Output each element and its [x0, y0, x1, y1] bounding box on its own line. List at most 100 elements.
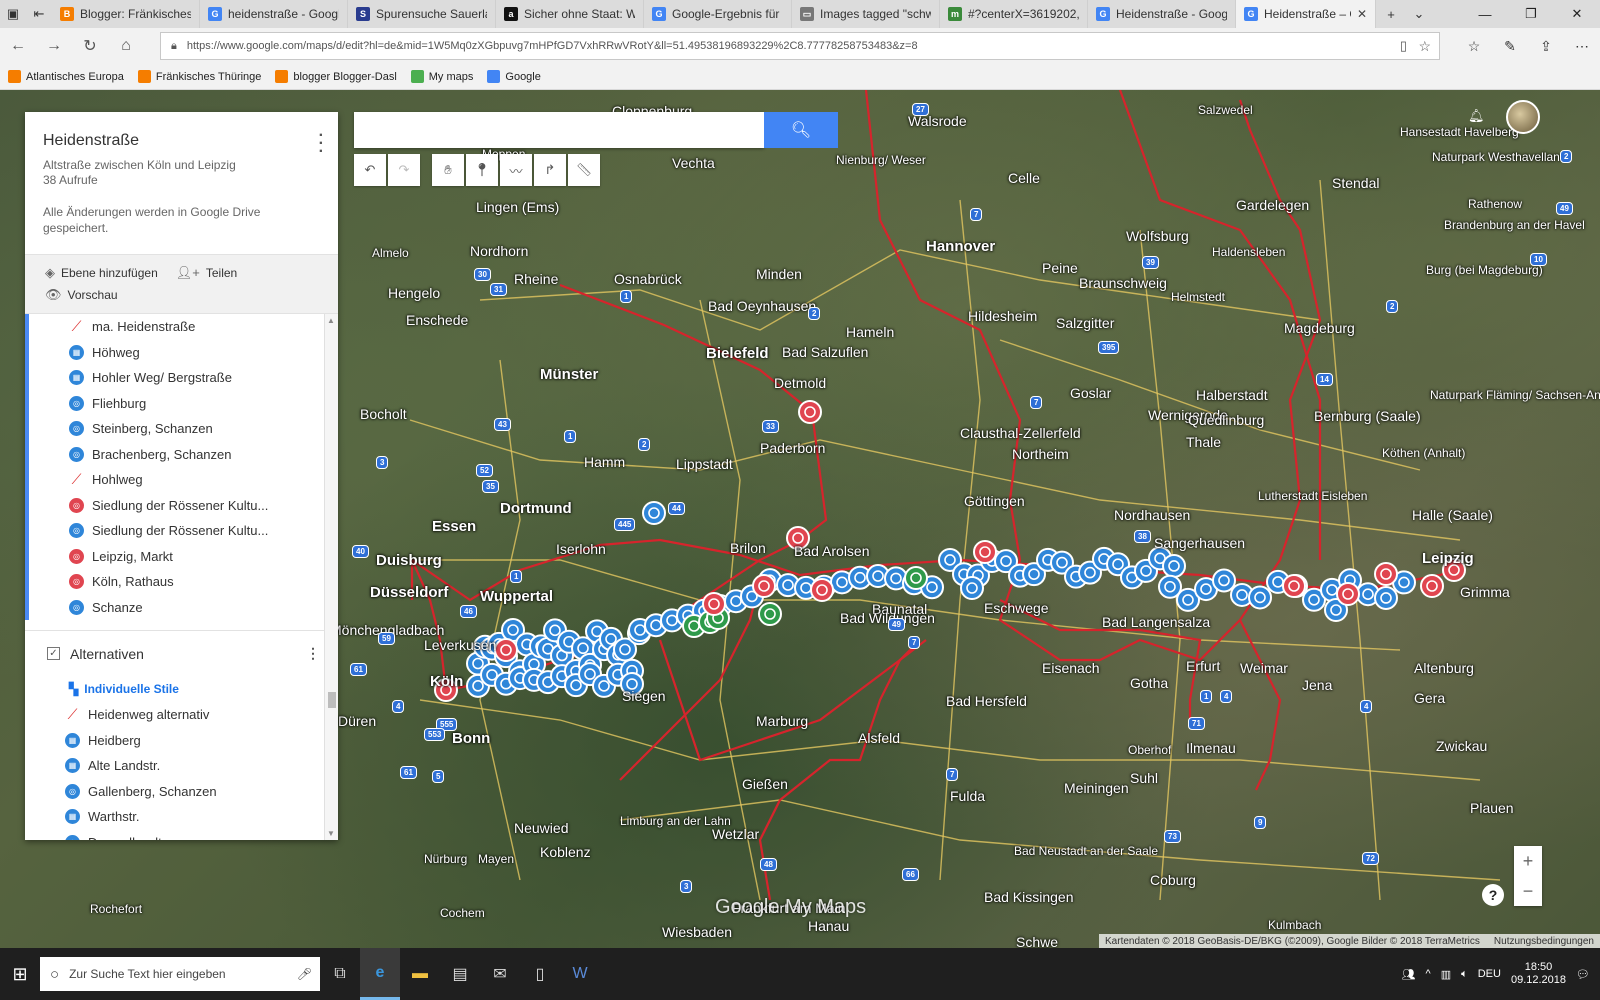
add-layer-button[interactable]: ◈ Ebene hinzufügen: [45, 265, 158, 281]
target-icon[interactable]: ◎: [65, 783, 80, 799]
layer-name[interactable]: Alternativen: [70, 646, 144, 662]
store-app-icon[interactable]: ▤: [440, 948, 480, 1000]
poi-marker-green[interactable]: [904, 566, 928, 590]
mail-app-icon[interactable]: ✉: [480, 948, 520, 1000]
minimize-button[interactable]: —: [1462, 0, 1508, 28]
tab-preview-chevron-icon[interactable]: ⌄: [1406, 0, 1432, 28]
target-icon[interactable]: ◎: [69, 421, 84, 437]
close-window-button[interactable]: ✕: [1554, 0, 1600, 28]
poi-marker[interactable]: [1248, 585, 1272, 610]
add-marker-icon[interactable]: 📍︎: [466, 154, 498, 186]
map-title[interactable]: Heidenstraße: [43, 132, 320, 150]
redo-icon[interactable]: ↷: [388, 154, 420, 186]
windows-start-icon[interactable]: ⊞: [0, 948, 40, 1000]
favorite-star-icon[interactable]: ☆: [1418, 38, 1431, 55]
legend-item[interactable]: ◎ Schanze: [29, 595, 338, 621]
fortress-icon[interactable]: ▦: [65, 809, 80, 825]
people-icon[interactable]: 👥︎: [1402, 968, 1416, 981]
poi-marker-red[interactable]: [1282, 574, 1306, 598]
legend-item[interactable]: ◎ Fliehburg: [29, 391, 338, 417]
share-button[interactable]: 👤︎+ Teilen: [176, 265, 237, 281]
system-clock[interactable]: 18:50 09.12.2018: [1511, 961, 1566, 987]
poi-marker-red[interactable]: [1420, 574, 1444, 598]
browser-tab[interactable]: G Google-Ergebnis für htt: [644, 0, 792, 28]
target-icon[interactable]: ◎: [69, 599, 84, 615]
favorite-link[interactable]: blogger Blogger-Dasl: [275, 70, 397, 83]
browser-tab[interactable]: G Heidenstraße – Goc ✕: [1236, 0, 1376, 28]
document-app-icon[interactable]: ▯: [520, 948, 560, 1000]
target-icon[interactable]: ◎: [69, 548, 84, 564]
scroll-down-icon[interactable]: ▼: [327, 829, 335, 838]
browser-tab[interactable]: m #?centerX=3619202,69:: [940, 0, 1088, 28]
close-tab-icon[interactable]: ✕: [1357, 7, 1367, 21]
draw-line-icon[interactable]: 〰: [500, 154, 532, 186]
legend-item[interactable]: ◎ Siedlung der Rössener Kultu...: [29, 518, 338, 544]
legend-item[interactable]: ◎ Siedlung der Rössener Kultu...: [29, 493, 338, 519]
tray-chevron-icon[interactable]: ^: [1426, 968, 1431, 980]
legend-item[interactable]: ◎ Köln, Rathaus: [29, 569, 338, 595]
legend-item[interactable]: ▦ Alte Landstr.: [25, 753, 338, 779]
target-icon[interactable]: ◎: [69, 523, 84, 539]
target-icon[interactable]: ◎: [69, 497, 84, 513]
individual-styles-link[interactable]: ▚ Individuelle Stile: [25, 676, 338, 702]
restore-button[interactable]: ❐: [1508, 0, 1554, 28]
panel-scrollbar[interactable]: ▲ ▼: [324, 314, 338, 840]
measure-ruler-icon[interactable]: 📏︎: [568, 154, 600, 186]
refresh-button[interactable]: ↻: [72, 28, 108, 64]
back-button[interactable]: ←: [0, 28, 36, 64]
keyboard-lang[interactable]: DEU: [1478, 968, 1501, 980]
taskbar-search-field[interactable]: ○ Zur Suche Text hier eingeben 🎤︎: [40, 957, 320, 991]
help-icon[interactable]: ?: [1482, 884, 1504, 906]
browser-tab[interactable]: ▭ Images tagged "schwed: [792, 0, 940, 28]
target-icon[interactable]: ◎: [69, 395, 84, 411]
word-app-icon[interactable]: W: [560, 948, 600, 1000]
line-icon[interactable]: ⟋: [69, 318, 84, 334]
poi-marker[interactable]: [642, 501, 666, 525]
poi-marker[interactable]: [1374, 585, 1398, 610]
zoom-out-button[interactable]: −: [1514, 876, 1542, 906]
target-icon[interactable]: ◎: [65, 834, 80, 840]
task-view-icon[interactable]: ⧉: [320, 948, 360, 1000]
more-menu-icon[interactable]: ⋯: [1564, 28, 1600, 64]
directions-icon[interactable]: ↱: [534, 154, 566, 186]
layer-alternativen-header[interactable]: ✓ Alternativen ⋮: [25, 630, 338, 676]
map-description[interactable]: Altstraße zwischen Köln und Leipzig: [43, 158, 320, 173]
line-icon[interactable]: ⟋: [65, 706, 80, 722]
legend-item[interactable]: ◎ Leipzig, Markt: [29, 544, 338, 570]
favorite-link[interactable]: My maps: [410, 70, 473, 83]
preview-button[interactable]: 👁︎ Vorschau: [45, 287, 118, 303]
terms-link[interactable]: Nutzungsbedingungen: [1494, 936, 1594, 947]
legend-item[interactable]: ⟋ Heidenweg alternativ: [25, 702, 338, 728]
url-field[interactable]: 🔒︎ https://www.google.com/maps/d/edit?hl…: [160, 32, 1440, 60]
poi-marker[interactable]: [1162, 553, 1186, 578]
web-note-icon[interactable]: ✎: [1492, 28, 1528, 64]
share-icon[interactable]: ⇪: [1528, 28, 1564, 64]
legend-item[interactable]: ▦ Höhweg: [29, 340, 338, 366]
map-search-input[interactable]: [354, 112, 764, 148]
legend-item[interactable]: ▦ Heidberg: [25, 728, 338, 754]
layer-visibility-checkbox[interactable]: ✓: [47, 647, 60, 660]
poi-marker[interactable]: [960, 576, 984, 600]
user-avatar[interactable]: [1506, 100, 1540, 134]
browser-tab[interactable]: G Heidenstraße - Google: [1088, 0, 1236, 28]
network-icon[interactable]: ▥: [1441, 968, 1451, 981]
poi-marker[interactable]: [1212, 568, 1236, 593]
poi-marker-red[interactable]: [1374, 562, 1398, 586]
poi-marker-red[interactable]: [798, 400, 822, 424]
target-icon[interactable]: ◎: [69, 574, 84, 590]
edge-browser-icon[interactable]: e: [360, 948, 400, 1000]
poi-marker-red[interactable]: [494, 638, 518, 662]
file-explorer-icon[interactable]: ▬: [400, 948, 440, 1000]
legend-item[interactable]: ◎ Drosselhardt: [25, 830, 338, 840]
fortress-icon[interactable]: ▦: [69, 344, 84, 360]
undo-icon[interactable]: ↶: [354, 154, 386, 186]
poi-marker-red[interactable]: [973, 540, 997, 564]
legend-item[interactable]: ▦ Hohler Weg/ Bergstraße: [29, 365, 338, 391]
favorite-link[interactable]: Google: [487, 70, 541, 83]
new-tab-button[interactable]: +: [1376, 0, 1406, 28]
microphone-icon[interactable]: 🎤︎: [297, 967, 312, 981]
poi-marker-red[interactable]: [810, 578, 834, 602]
favorites-hub-icon[interactable]: ☆: [1456, 28, 1492, 64]
poi-marker-green[interactable]: [758, 602, 782, 626]
reading-view-icon[interactable]: ▯: [1400, 38, 1407, 54]
